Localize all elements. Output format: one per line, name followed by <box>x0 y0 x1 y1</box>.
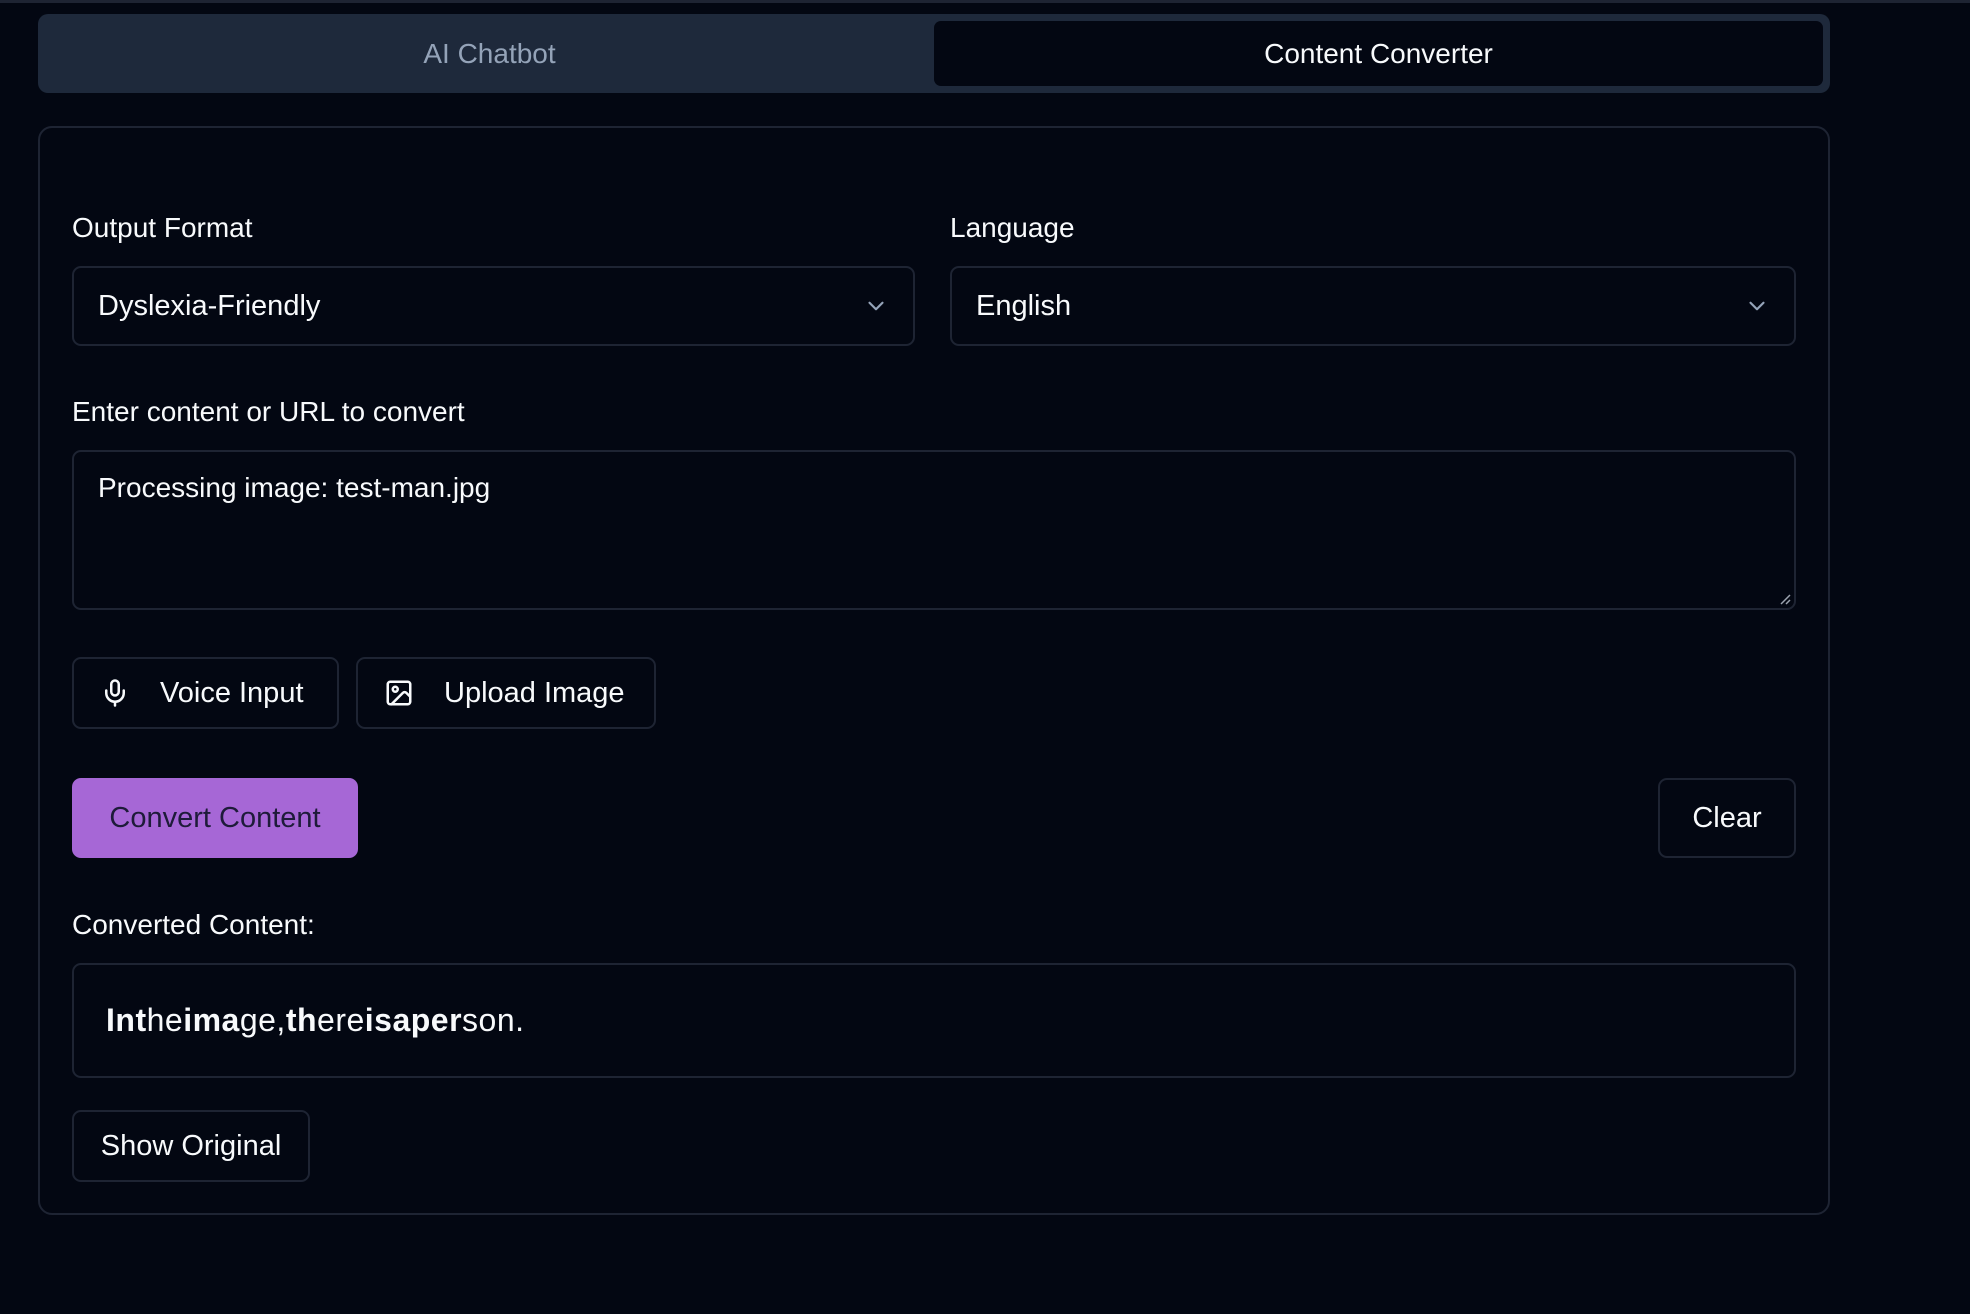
converted-word-bold: a <box>392 1002 411 1038</box>
output-format-label: Output Format <box>72 212 253 243</box>
converted-word: is <box>365 1002 393 1039</box>
voice-input-button[interactable]: Voice Input <box>72 657 339 729</box>
upload-image-button[interactable]: Upload Image <box>356 657 656 729</box>
image-icon <box>386 680 412 706</box>
converted-word-bold: per <box>410 1002 463 1038</box>
converted-word: image, <box>183 1002 286 1039</box>
resize-grip-icon[interactable] <box>1777 591 1791 605</box>
chevron-down-icon <box>1749 301 1765 311</box>
language-value: English <box>976 289 1072 322</box>
clear-button[interactable]: Clear <box>1658 778 1796 858</box>
output-format-select[interactable]: Dyslexia-Friendly <box>72 266 915 346</box>
content-textarea[interactable]: Processing image: test-man.jpg <box>72 450 1796 610</box>
converted-word: there <box>286 1002 365 1039</box>
convert-content-button[interactable]: Convert Content <box>72 778 358 858</box>
converted-word-bold: is <box>364 1002 393 1038</box>
output-format-value: Dyslexia-Friendly <box>98 289 321 322</box>
upload-image-label: Upload Image <box>444 676 625 709</box>
chevron-down-icon <box>868 301 884 311</box>
converter-card: Output Format Dyslexia-Friendly Language… <box>38 126 1830 1215</box>
converted-content-label: Converted Content: <box>72 909 315 940</box>
converted-word-rest: son. <box>462 1002 525 1038</box>
converted-word-rest: he <box>146 1002 184 1038</box>
converted-word: the <box>135 1002 183 1039</box>
show-original-button[interactable]: Show Original <box>72 1110 310 1182</box>
converted-word: person. <box>411 1002 525 1039</box>
converted-word-bold: t <box>135 1002 147 1038</box>
voice-input-label: Voice Input <box>160 676 304 709</box>
top-border <box>0 0 1970 3</box>
tab-content-converter[interactable]: Content Converter <box>934 21 1823 86</box>
tab-ai-chatbot[interactable]: AI Chatbot <box>45 21 934 86</box>
tab-list: AI Chatbot Content Converter <box>38 14 1830 93</box>
language-label: Language <box>950 212 1075 243</box>
content-textarea-value: Processing image: test-man.jpg <box>98 472 491 503</box>
converted-content-output: In the image, there is a person. <box>72 963 1796 1078</box>
converted-word-bold: In <box>106 1002 136 1038</box>
microphone-icon <box>105 679 125 707</box>
converted-word-rest: ge, <box>239 1002 286 1038</box>
converted-word-rest: ere <box>317 1002 365 1038</box>
converted-word-bold: ima <box>183 1002 240 1038</box>
converted-word: a <box>392 1002 410 1039</box>
content-input-label: Enter content or URL to convert <box>72 396 465 427</box>
converted-word-bold: th <box>285 1002 318 1038</box>
converted-word: In <box>106 1002 135 1039</box>
language-select[interactable]: English <box>950 266 1796 346</box>
